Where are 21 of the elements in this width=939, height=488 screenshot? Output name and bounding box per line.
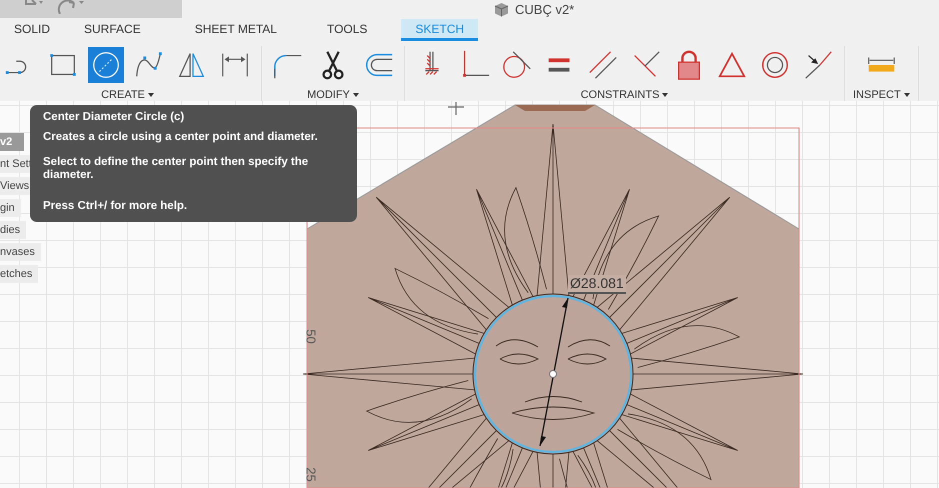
tooltip-text: Creates a circle using a center point and diameter. [43, 131, 319, 144]
axis-label: 25 [304, 467, 319, 482]
toolbar-tab[interactable]: SURFACE [70, 19, 155, 41]
group-menu[interactable]: INSPECT [853, 89, 910, 101]
tooltip-title: Center Diameter Circle (c) [43, 111, 186, 123]
browser-item[interactable]: dies [0, 221, 26, 239]
tooltip-text: Press Ctrl+/ for more help. [43, 200, 188, 213]
toolbar-tab[interactable]: TOOLS [312, 19, 382, 41]
browser-item[interactable]: nvases [0, 243, 41, 261]
axis-label: 50 [304, 329, 319, 344]
toolbar-tab[interactable]: SOLID [0, 19, 64, 41]
cube-icon [494, 2, 509, 16]
toolbar-tab[interactable]: SHEET METAL [180, 19, 291, 41]
document-title: CUBÇ v2* [515, 2, 574, 16]
tooltip-text: Select to define the center point then specify the diameter. [43, 156, 310, 182]
browser-item[interactable]: etches [0, 265, 38, 283]
group-menu[interactable]: MODIFY [307, 89, 359, 101]
group-menu[interactable]: CREATE [101, 89, 154, 101]
group-menu[interactable]: CONSTRAINTS [580, 89, 668, 101]
browser-item[interactable]: gin [0, 199, 21, 217]
diameter-dimension[interactable]: Ø28.081 [568, 275, 626, 294]
